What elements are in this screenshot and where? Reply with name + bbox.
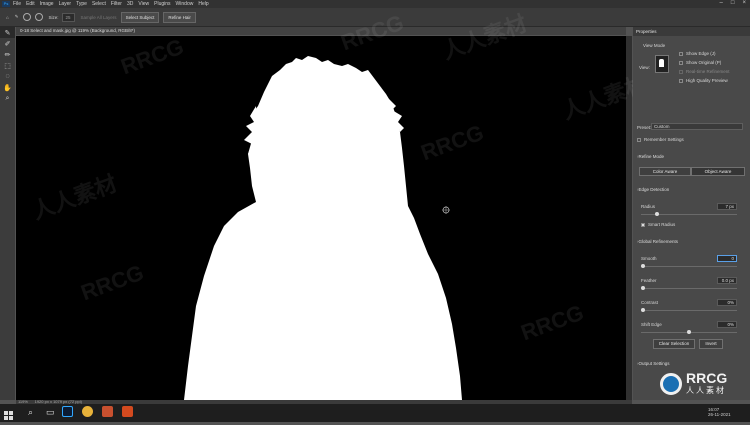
menu-bar: Ps File Edit Image Layer Type Select Fil… — [0, 0, 750, 8]
quick-selection-tool-icon[interactable]: ✎ — [0, 27, 15, 38]
search-icon[interactable]: ⌕ — [28, 407, 33, 418]
add-to-selection-icon[interactable] — [22, 13, 31, 21]
photoshop-logo: Ps — [2, 1, 10, 7]
menu-window[interactable]: Window — [176, 1, 194, 7]
photoshop-taskbar-icon[interactable] — [62, 406, 73, 417]
home-icon[interactable]: ⌂ — [6, 15, 9, 20]
show-original-label: Show Original (P) — [686, 60, 722, 65]
smooth-label: Smooth — [641, 256, 657, 261]
menu-help[interactable]: Help — [198, 1, 208, 7]
close-button[interactable]: × — [742, 0, 746, 6]
rrcg-logo-subtitle: 人人素材 — [686, 386, 726, 395]
menu-filter[interactable]: Filter — [111, 1, 122, 7]
feather-slider-handle[interactable] — [641, 286, 645, 290]
high-quality-preview-checkbox[interactable] — [679, 79, 683, 83]
menu-image[interactable]: Image — [40, 1, 54, 7]
maximize-button[interactable]: □ — [731, 0, 735, 6]
vertical-scrollbar[interactable] — [626, 36, 632, 400]
radius-field[interactable]: 7 px — [717, 203, 737, 210]
show-edge-label: Show Edge (J) — [686, 51, 716, 56]
view-label: View: — [639, 65, 650, 70]
taskbar-date: 26-11-2021 — [708, 412, 731, 417]
select-subject-button[interactable]: Select Subject — [120, 11, 160, 23]
taskbar-clock[interactable]: 16:07 26-11-2021 — [708, 407, 731, 417]
file-explorer-icon[interactable]: ▭ — [46, 407, 55, 418]
object-selection-tool-icon[interactable]: ⬚ — [0, 60, 15, 71]
minimize-button[interactable]: – — [720, 0, 723, 6]
shift-edge-label: Shift Edge — [641, 322, 662, 327]
brush-preset-icon[interactable]: ✎ — [15, 14, 19, 20]
lasso-tool-icon[interactable]: ◌ — [0, 71, 15, 82]
invert-button[interactable]: Invert — [699, 339, 723, 349]
object-aware-button[interactable]: Object Aware — [691, 167, 745, 176]
clear-selection-button[interactable]: Clear Selection — [653, 339, 695, 349]
menu-plugins[interactable]: Plugins — [154, 1, 170, 7]
document-tab[interactable]: 0-18 Select and mask.jpg @ 119% (Backgro… — [16, 27, 626, 35]
menu-edit[interactable]: Edit — [26, 1, 35, 7]
rrcg-logo-icon — [660, 373, 682, 395]
tool-panel: ✎ ✐ ✏ ⬚ ◌ ✋ ⌕ — [0, 27, 15, 400]
options-bar: ⌂ ✎ Size: 25 Sample All Layers Select Su… — [0, 8, 750, 27]
app2-taskbar-icon[interactable] — [122, 406, 133, 417]
properties-panel: Properties View Mode View: Show Edge (J)… — [633, 27, 750, 400]
preset-label: Preset: — [637, 125, 652, 130]
menu-view[interactable]: View — [138, 1, 149, 7]
smooth-field[interactable]: 0 — [717, 255, 737, 262]
menu-file[interactable]: File — [13, 1, 21, 7]
app-taskbar-icon[interactable] — [102, 406, 113, 417]
output-settings-section[interactable]: Output Settings — [637, 361, 670, 366]
remember-settings-checkbox[interactable] — [637, 138, 641, 142]
menu-layer[interactable]: Layer — [59, 1, 72, 7]
windows-start-icon[interactable] — [4, 407, 13, 420]
document-canvas[interactable] — [16, 36, 626, 400]
shift-edge-field[interactable]: 0% — [717, 321, 737, 328]
high-quality-preview-label: High Quality Preview — [686, 78, 728, 83]
preset-dropdown[interactable]: Custom — [651, 123, 743, 130]
refine-mode-section[interactable]: Refine Mode — [637, 154, 665, 159]
contrast-slider-handle[interactable] — [641, 308, 645, 312]
document-title: 0-18 Select and mask.jpg @ 119% (Backgro… — [20, 28, 136, 33]
contrast-field[interactable]: 0% — [717, 299, 737, 306]
size-label: Size: — [48, 14, 59, 20]
size-field[interactable]: 25 — [61, 12, 75, 22]
view-mode-label: View Mode — [643, 43, 666, 48]
hand-tool-icon[interactable]: ✋ — [0, 82, 15, 93]
menu-select[interactable]: Select — [92, 1, 106, 7]
preset-value: Custom — [654, 124, 670, 129]
rrcg-logo-watermark: RRCG 人人素材 — [660, 370, 728, 396]
smart-radius-label: Smart Radius — [648, 222, 676, 227]
feather-label: Feather — [641, 278, 657, 283]
feather-field[interactable]: 0.0 px — [717, 277, 737, 284]
zoom-tool-icon[interactable]: ⌕ — [0, 93, 15, 104]
chrome-taskbar-icon[interactable] — [82, 406, 93, 417]
realtime-refinement-label: Real-time Refinement — [686, 69, 730, 74]
brush-tool-icon[interactable]: ✏ — [0, 49, 15, 60]
color-aware-button[interactable]: Color Aware — [639, 167, 691, 176]
refine-hair-button[interactable]: Refine Hair — [163, 11, 196, 23]
edge-detection-section[interactable]: Edge Detection — [637, 187, 670, 192]
global-refinements-section[interactable]: Global Refinements — [637, 239, 679, 244]
menu-type[interactable]: Type — [76, 1, 87, 7]
smart-radius-checkbox[interactable] — [641, 223, 645, 227]
show-original-checkbox[interactable] — [679, 61, 683, 65]
menu-3d[interactable]: 3D — [127, 1, 133, 7]
realtime-refinement-checkbox[interactable] — [679, 70, 683, 74]
sample-all-layers-checkbox[interactable]: Sample All Layers — [81, 15, 117, 20]
feather-slider[interactable] — [641, 288, 737, 289]
subtract-from-selection-icon[interactable] — [34, 13, 43, 21]
shift-edge-slider-handle[interactable] — [687, 330, 691, 334]
smooth-slider[interactable] — [641, 266, 737, 267]
show-edge-checkbox[interactable] — [679, 52, 683, 56]
view-thumbnail[interactable] — [655, 55, 669, 73]
contrast-label: Contrast — [641, 300, 659, 305]
radius-slider-handle[interactable] — [655, 212, 659, 216]
remember-settings-label: Remember Settings — [644, 137, 684, 142]
contrast-slider[interactable] — [641, 310, 737, 311]
mask-silhouette — [184, 56, 462, 400]
radius-label: Radius — [641, 204, 656, 209]
properties-tab[interactable]: Properties — [633, 27, 750, 36]
rrcg-logo-title: RRCG — [686, 370, 728, 386]
refine-edge-brush-icon[interactable]: ✐ — [0, 38, 15, 49]
smooth-slider-handle[interactable] — [641, 264, 645, 268]
